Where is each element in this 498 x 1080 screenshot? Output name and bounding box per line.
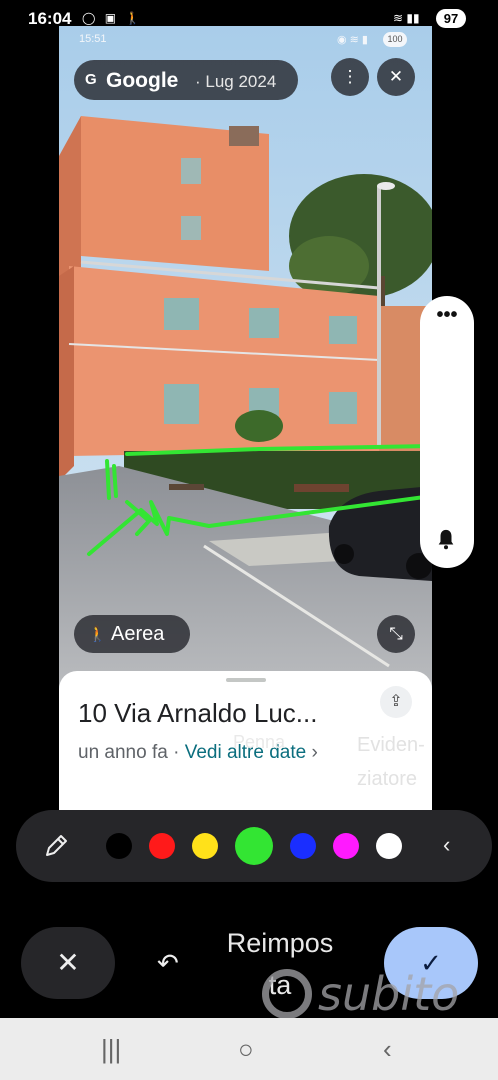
inner-status-time: 15:51 [79,33,107,45]
chevron-right-icon: › [311,742,318,763]
google-logo-icon: G [85,71,97,88]
capture-date: · Lug 2024 [195,72,277,91]
system-nav-bar: ||| ○ ‹ [0,1018,498,1080]
signal-icons: ≋ ▮▮ [393,11,420,25]
pen-icon[interactable] [43,833,69,859]
highlighter-tool-label: Eviden- ziatore [357,734,425,790]
screenshot-canvas[interactable]: 15:51 ◉ ≋ ▮ 100 G Google · Lug 2024 ⋮ ✕ … [59,26,432,810]
back-button[interactable]: ‹ [383,1034,392,1065]
time-ago: un anno fa · [78,742,180,763]
color-swatch[interactable] [376,833,402,859]
color-swatch[interactable] [235,827,273,865]
watermark-logo-icon [262,969,312,1019]
bell-icon[interactable] [435,528,457,550]
color-swatch[interactable] [192,833,218,859]
inner-status-bar: 15:51 ◉ ≋ ▮ 100 [59,26,432,54]
collapse-toolbar-button[interactable]: ‹ [443,832,450,858]
color-swatch[interactable] [149,833,175,859]
watermark-text: subito [318,967,460,1021]
cancel-button[interactable]: ✕ [21,927,115,999]
pen-toolbar: ‹ [16,810,492,882]
person-icon: 🚶 [88,626,107,643]
aerial-label: Aerea [111,623,165,645]
color-swatch[interactable] [333,833,359,859]
google-source-pill: G Google · Lug 2024 [74,60,298,100]
color-swatch[interactable] [106,833,132,859]
side-panel[interactable]: ••• [420,296,474,568]
aerial-view-pill: 🚶 Aerea [74,615,190,653]
more-options-icon: ⋮ [331,58,369,96]
color-swatch[interactable] [290,833,316,859]
notification-icons: ◯ ▣ 🚶 [82,11,144,25]
location-address: 10 Via Arnaldo Luc... [78,698,318,728]
street-view-photo [59,26,432,686]
card-drag-handle [226,678,266,682]
recents-button[interactable]: ||| [101,1034,121,1065]
pen-tool-label: Penna [233,732,286,752]
collapse-view-icon: ⤡ [377,615,415,653]
inner-battery-indicator: 100 [383,32,407,47]
subito-watermark: subito [262,965,478,1025]
close-icon: ✕ [377,58,415,96]
google-title: Google [106,69,179,92]
undo-button[interactable]: ↶ [157,948,179,979]
home-button[interactable]: ○ [238,1034,254,1065]
inner-signal-icons: ◉ ≋ ▮ [337,34,368,46]
share-icon: ⇪ [380,686,412,718]
battery-indicator: 97 [436,9,466,28]
more-options-button[interactable]: ••• [420,304,474,327]
